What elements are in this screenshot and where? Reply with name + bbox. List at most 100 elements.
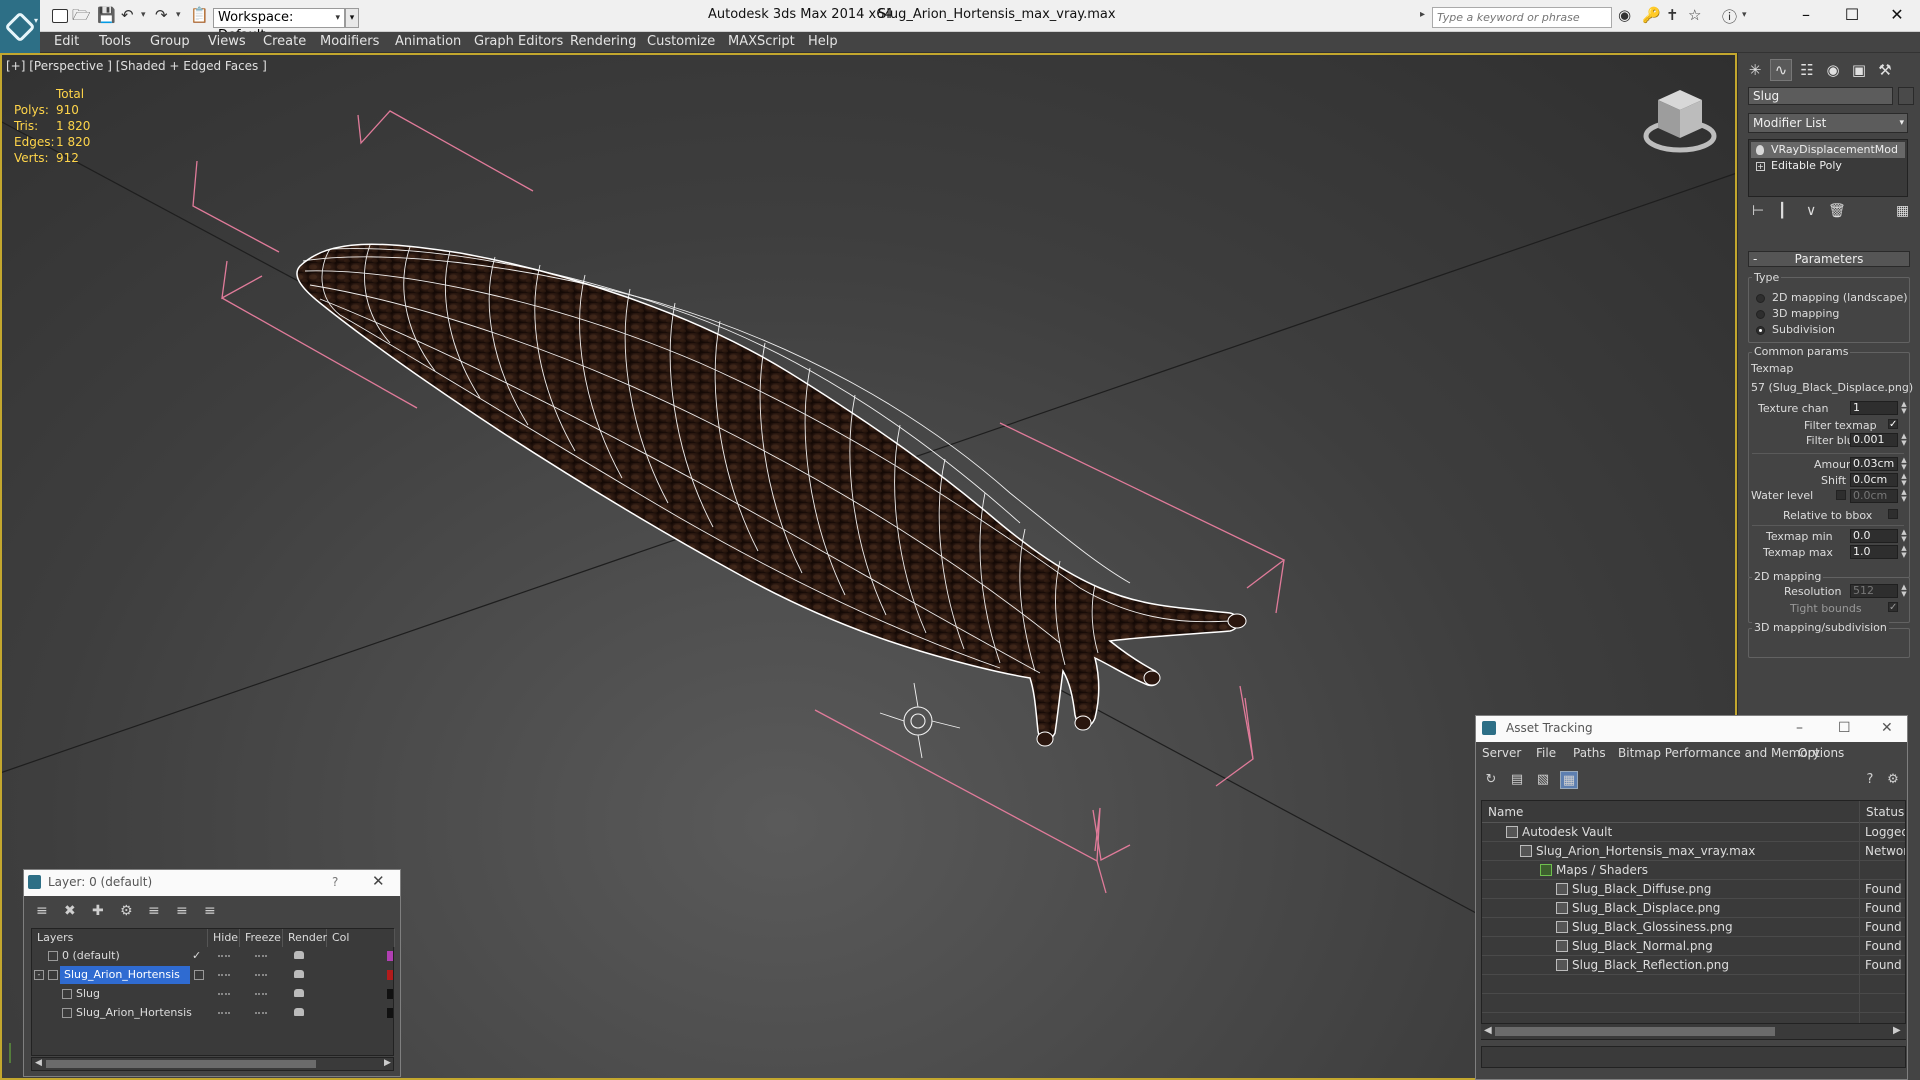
- show-end-result-icon[interactable]: ┃: [1778, 203, 1786, 219]
- minimize-button[interactable]: –: [1783, 0, 1829, 32]
- hide-all-layers-icon[interactable]: ≡: [204, 903, 216, 919]
- spinner-arrows-icon[interactable]: ▲ ▼: [1900, 401, 1908, 415]
- viewcube-icon[interactable]: [1640, 80, 1720, 160]
- remove-modifier-icon[interactable]: 🗑: [1828, 203, 1846, 219]
- hide-toggle[interactable]: [218, 993, 230, 995]
- asset-row[interactable]: Slug_Black_Diffuse.png Found: [1482, 880, 1905, 899]
- help-icon[interactable]: ⓘ: [1722, 6, 1737, 27]
- menu-help[interactable]: Help: [808, 34, 838, 49]
- texmap-min-spinner[interactable]: 0.0: [1850, 529, 1898, 543]
- hide-toggle[interactable]: [218, 1012, 230, 1014]
- expand-plus-icon[interactable]: +: [1756, 162, 1765, 171]
- undo-dropdown-icon[interactable]: ▾: [141, 10, 146, 20]
- table-view-icon[interactable]: ▦: [1560, 771, 1578, 789]
- settings-icon[interactable]: ⚙: [1884, 771, 1902, 789]
- column-header-name[interactable]: Name: [1482, 801, 1859, 823]
- workspace-dropdown[interactable]: Workspace: Default ▾: [213, 8, 345, 43]
- parameters-rollout-header[interactable]: - Parameters: [1748, 251, 1910, 267]
- detail-view-icon[interactable]: ▧: [1534, 771, 1552, 789]
- freeze-toggle[interactable]: [255, 955, 267, 957]
- object-color-swatch[interactable]: [387, 1008, 393, 1018]
- stack-item-vraydisplacementmod[interactable]: VRayDisplacementMod: [1751, 142, 1905, 158]
- tight-bounds-checkbox[interactable]: ✓: [1888, 602, 1898, 613]
- radio-3d-mapping[interactable]: [1756, 310, 1765, 319]
- spinner-arrows-icon[interactable]: ▲ ▼: [1900, 545, 1908, 559]
- layer-manager-titlebar[interactable]: Layer: 0 (default) ? ✕: [24, 870, 400, 896]
- quick-access-dropdown[interactable]: ▾: [345, 8, 359, 28]
- help-icon[interactable]: ?: [1861, 771, 1879, 789]
- select-objects-in-layer-icon[interactable]: ≡: [148, 903, 160, 919]
- object-color-swatch[interactable]: [1898, 87, 1914, 105]
- menu-paths[interactable]: Paths: [1573, 746, 1606, 760]
- scroll-left-icon[interactable]: ◀: [1484, 1025, 1492, 1036]
- scroll-right-icon[interactable]: ▶: [1893, 1025, 1901, 1036]
- column-header-color[interactable]: Col: [327, 929, 395, 947]
- set-current-layer-box[interactable]: [194, 970, 204, 980]
- save-icon[interactable]: 💾: [97, 6, 116, 24]
- spinner-arrows-icon[interactable]: ▲ ▼: [1900, 529, 1908, 543]
- resolution-spinner[interactable]: 512: [1850, 584, 1898, 598]
- asset-row[interactable]: Slug_Black_Displace.png Found: [1482, 899, 1905, 918]
- radio-2d-mapping[interactable]: [1756, 294, 1765, 303]
- horizontal-scrollbar[interactable]: ◀ ▶: [31, 1057, 394, 1071]
- layer-color-swatch[interactable]: [387, 951, 393, 961]
- menu-graph-editors[interactable]: Graph Editors: [474, 34, 563, 49]
- viewport-label[interactable]: [+] [Perspective ] [Shaded + Edged Faces…: [6, 59, 267, 73]
- hide-toggle[interactable]: [218, 955, 230, 957]
- make-unique-icon[interactable]: ∨: [1806, 203, 1816, 219]
- column-header-render[interactable]: Render: [283, 929, 327, 947]
- subscription-icon[interactable]: 🔑: [1642, 6, 1661, 24]
- object-color-swatch[interactable]: [387, 989, 393, 999]
- column-header-hide[interactable]: Hide: [208, 929, 240, 947]
- asset-row[interactable]: Slug_Arion_Hortensis_max_vray.max Networ…: [1482, 842, 1905, 861]
- spinner-arrows-icon[interactable]: ▲ ▼: [1900, 584, 1908, 598]
- menu-file[interactable]: File: [1536, 746, 1556, 760]
- list-view-icon[interactable]: ▤: [1508, 771, 1526, 789]
- asset-tracking-titlebar[interactable]: Asset Tracking – ☐ ✕: [1476, 716, 1907, 742]
- column-header-status[interactable]: Status: [1859, 801, 1905, 823]
- spinner-arrows-icon[interactable]: ▲ ▼: [1900, 489, 1908, 503]
- freeze-toggle[interactable]: [255, 974, 267, 976]
- maximize-button[interactable]: ☐: [1829, 0, 1875, 32]
- help-button[interactable]: ?: [332, 870, 338, 894]
- relative-bbox-checkbox[interactable]: [1888, 509, 1898, 519]
- radio-subdivision[interactable]: [1756, 326, 1765, 335]
- project-folder-icon[interactable]: 📋: [190, 6, 209, 24]
- column-header-layers[interactable]: Layers: [32, 929, 208, 947]
- water-level-checkbox[interactable]: [1836, 490, 1846, 500]
- open-file-icon[interactable]: 🗁: [72, 6, 91, 24]
- spinner-arrows-icon[interactable]: ▲ ▼: [1900, 457, 1908, 471]
- scroll-left-icon[interactable]: ◀: [35, 1058, 42, 1068]
- modify-tab-icon[interactable]: ∿: [1770, 59, 1792, 81]
- lightbulb-icon[interactable]: [1756, 145, 1764, 155]
- menu-views[interactable]: Views: [208, 34, 246, 49]
- binoculars-icon[interactable]: ◉: [1618, 6, 1631, 24]
- motion-tab-icon[interactable]: ◉: [1822, 59, 1844, 81]
- render-teapot-icon[interactable]: [294, 951, 304, 959]
- water-level-spinner[interactable]: 0.0cm: [1850, 489, 1898, 503]
- display-tab-icon[interactable]: ▣: [1848, 59, 1870, 81]
- menu-animation[interactable]: Animation: [395, 34, 461, 49]
- menu-maxscript[interactable]: MAXScript: [728, 34, 795, 49]
- menu-rendering[interactable]: Rendering: [570, 34, 636, 49]
- layer-row[interactable]: Slug_Arion_Hortensis: [32, 1004, 394, 1022]
- utilities-tab-icon[interactable]: ⚒: [1874, 59, 1896, 81]
- configure-sets-icon[interactable]: ▦: [1896, 203, 1909, 219]
- favorites-star-icon[interactable]: ☆: [1688, 6, 1701, 24]
- texmap-button[interactable]: 57 (Slug_Black_Displace.png): [1751, 381, 1913, 394]
- asset-row[interactable]: Autodesk Vault Logged Out: [1482, 823, 1905, 842]
- menu-edit[interactable]: Edit: [54, 34, 79, 49]
- horizontal-scrollbar[interactable]: ◀ ▶: [1481, 1023, 1906, 1039]
- refresh-icon[interactable]: ↻: [1482, 771, 1500, 789]
- column-header-freeze[interactable]: Freeze: [240, 929, 283, 947]
- hide-toggle[interactable]: [218, 974, 230, 976]
- undo-icon[interactable]: ↶: [121, 6, 134, 24]
- render-teapot-icon[interactable]: [294, 970, 304, 978]
- render-teapot-icon[interactable]: [294, 989, 304, 997]
- spinner-arrows-icon[interactable]: ▲ ▼: [1900, 433, 1908, 447]
- layer-select-icon[interactable]: ≡: [36, 903, 48, 919]
- communication-center-icon[interactable]: ✝: [1666, 6, 1679, 24]
- shift-spinner[interactable]: 0.0cm: [1850, 473, 1898, 487]
- amount-spinner[interactable]: 0.03cm: [1850, 457, 1898, 471]
- highlight-layer-icon[interactable]: ≡: [176, 903, 188, 919]
